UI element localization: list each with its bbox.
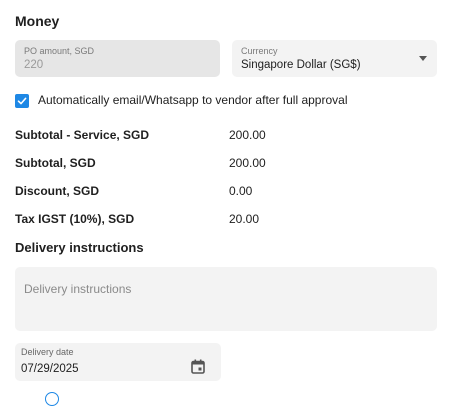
subtotal-service-label: Subtotal - Service, SGD bbox=[15, 128, 150, 142]
po-amount-value: 220 bbox=[24, 59, 44, 71]
calendar-icon[interactable] bbox=[191, 359, 205, 374]
po-amount-label: PO amount, SGD bbox=[24, 46, 95, 56]
auto-email-label[interactable]: Automatically email/Whatsapp to vendor a… bbox=[38, 93, 348, 107]
tax-label: Tax IGST (10%), SGD bbox=[15, 212, 135, 226]
money-section-title: Money bbox=[15, 13, 60, 29]
subtotal-label: Subtotal, SGD bbox=[15, 156, 96, 170]
auto-email-checkbox[interactable] bbox=[15, 94, 29, 108]
tax-value: 20.00 bbox=[229, 212, 260, 226]
currency-select[interactable]: Currency Singapore Dollar (SG$) bbox=[232, 40, 437, 77]
po-amount-field: PO amount, SGD 220 bbox=[15, 40, 220, 77]
subtotal-service-value: 200.00 bbox=[229, 128, 266, 142]
discount-label: Discount, SGD bbox=[15, 184, 100, 198]
chevron-down-icon[interactable] bbox=[419, 56, 427, 61]
discount-value: 0.00 bbox=[229, 184, 253, 198]
delivery-instructions-input[interactable]: Delivery instructions bbox=[15, 267, 437, 331]
delivery-instructions-placeholder: Delivery instructions bbox=[24, 282, 132, 296]
check-icon bbox=[17, 97, 27, 105]
subtotal-value: 200.00 bbox=[229, 156, 266, 170]
delivery-date-label: Delivery date bbox=[21, 347, 74, 357]
currency-label: Currency bbox=[241, 46, 278, 56]
currency-value: Singapore Dollar (SG$) bbox=[241, 59, 361, 71]
delivery-section-title: Delivery instructions bbox=[15, 240, 144, 255]
info-icon[interactable] bbox=[45, 392, 59, 406]
delivery-date-value: 07/29/2025 bbox=[21, 363, 79, 375]
delivery-date-field[interactable]: Delivery date 07/29/2025 bbox=[15, 343, 221, 381]
